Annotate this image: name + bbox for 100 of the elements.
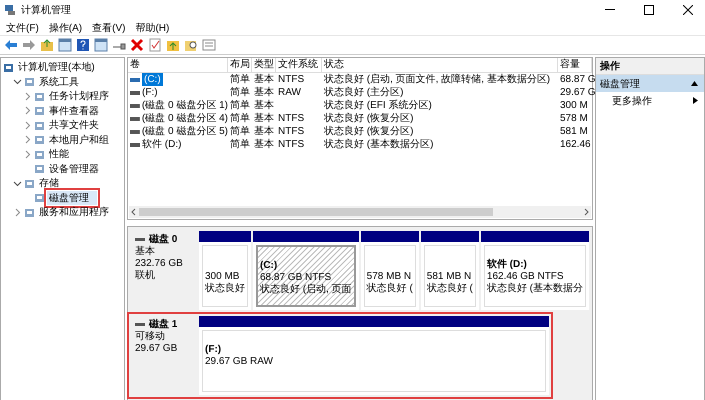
collapse-caret-icon[interactable]	[23, 135, 32, 144]
tree-item[interactable]: 事件查看器	[47, 104, 101, 118]
volume-name[interactable]: (磁盘 0 磁盘分区 5)	[142, 125, 228, 138]
table-cell-text: 状态良好 (EFI 系统分区)	[323, 99, 433, 112]
partition[interactable]: 300 MB 状态良好	[199, 231, 251, 310]
table-cell-text: 状态良好 (恢复分区)	[323, 112, 414, 125]
table-cell-text: 基本	[253, 125, 275, 138]
tree-node-icon	[34, 148, 45, 160]
tree-item[interactable]: 服务和应用程序	[37, 205, 111, 220]
column-header[interactable]: 文件系统	[276, 58, 322, 72]
search-folder-icon[interactable]	[184, 38, 198, 52]
properties-icon[interactable]	[202, 38, 216, 52]
tree-item[interactable]: 计算机管理(本地)	[16, 60, 97, 74]
partition-size: 300 MB	[205, 271, 240, 282]
partition-status: 状态良好	[205, 283, 245, 295]
table-cell-text: NTFS	[277, 125, 306, 138]
volume-name[interactable]: (磁盘 0 磁盘分区 4)	[142, 112, 228, 125]
partition-label: (C:)	[260, 260, 278, 272]
tree-item[interactable]: 本地用户和组	[47, 132, 111, 147]
table-cell-text: 简单	[229, 112, 251, 125]
collapse-caret-icon[interactable]	[23, 92, 32, 101]
submenu-arrow-icon	[693, 97, 698, 104]
table-cell-text: 简单	[229, 86, 251, 99]
table-cell-text: 状态良好 (恢复分区)	[323, 125, 414, 138]
partition-status: 状态良好 (基本数据分	[486, 283, 583, 295]
tree-item[interactable]: 磁盘管理	[47, 190, 97, 205]
tree-item[interactable]: 存储	[37, 176, 61, 190]
forward-icon[interactable]	[22, 38, 36, 52]
table-cell-text: RAW	[277, 86, 302, 99]
delete-icon[interactable]	[130, 38, 144, 52]
tree-node-icon	[34, 90, 45, 102]
tree-node-icon	[34, 105, 45, 116]
menu-item[interactable]: 查看(V)	[92, 20, 126, 34]
collapse-caret-icon[interactable]	[23, 150, 32, 159]
collapse-caret-icon[interactable]	[13, 208, 22, 217]
table-cell-text: 162.46	[559, 138, 592, 151]
partition[interactable]: 578 MB N 状态良好 (	[360, 231, 419, 310]
partition-status: 状态良好 (	[366, 283, 413, 295]
table-cell-text: 状态良好 (基本数据分区)	[323, 138, 434, 151]
table-cell-text: 简单	[229, 138, 251, 151]
table-cell-text: 状态良好 (启动, 页面文件, 故障转储, 基本数据分区)	[323, 73, 552, 86]
table-cell-text: 基本	[253, 99, 275, 112]
tree-node-icon	[34, 134, 45, 146]
tree-item[interactable]: 系统工具	[37, 74, 81, 89]
tree-item[interactable]: 共享文件夹	[47, 118, 101, 132]
partition-status: 状态良好 (	[426, 283, 473, 295]
back-icon[interactable]	[4, 38, 18, 52]
column-header[interactable]: 卷	[128, 58, 228, 72]
folder-up-icon[interactable]	[40, 38, 54, 52]
panel-icon[interactable]	[58, 38, 72, 52]
folder-up-icon[interactable]	[166, 38, 180, 52]
collapse-caret-icon[interactable]	[23, 120, 32, 130]
check-document-icon[interactable]	[148, 38, 162, 52]
column-header[interactable]: 布局	[228, 58, 252, 72]
volume-name[interactable]: (F:)	[142, 86, 158, 99]
action-item[interactable]: 更多操作	[596, 92, 704, 109]
expand-caret-icon[interactable]	[13, 77, 22, 86]
table-cell-text: 基本	[253, 73, 275, 86]
close-icon	[683, 5, 693, 15]
disk-status: 联机	[135, 270, 156, 282]
menu-item[interactable]: 操作(A)	[48, 20, 82, 34]
table-cell-text: NTFS	[277, 138, 306, 151]
partition[interactable]: 581 MB N 状态良好 (	[420, 231, 479, 310]
volume-name[interactable]: 软件 (D:)	[142, 138, 182, 151]
table-cell-text: 581 M	[559, 125, 589, 138]
menu-item[interactable]: 文件(F)	[6, 20, 39, 34]
table-cell-text: 基本	[253, 86, 275, 99]
volume-name[interactable]: (磁盘 0 磁盘分区 1)	[142, 99, 228, 112]
menu-item[interactable]: 帮助(H)	[135, 20, 170, 34]
table-cell-text: 29.67 G	[559, 86, 596, 99]
collapse-icon	[691, 81, 698, 86]
column-header[interactable]: 类型	[252, 58, 276, 72]
expand-caret-icon[interactable]	[13, 178, 22, 188]
partition[interactable]: 软件 (D:) 162.46 GB NTFS 状态良好 (基本数据分	[480, 231, 589, 310]
column-header[interactable]: 状态	[322, 58, 558, 72]
tree-node-icon	[3, 62, 14, 73]
panel-icon[interactable]	[94, 38, 108, 52]
table-cell-text: 300 M	[559, 99, 589, 112]
column-header[interactable]: 容量	[558, 58, 592, 72]
tree-item[interactable]: 设备管理器	[47, 162, 101, 176]
table-cell-text: 578 M	[559, 112, 589, 125]
partition[interactable]: (F:) 29.67 GB RAW	[199, 316, 549, 395]
help-icon[interactable]	[76, 38, 90, 52]
tree-item[interactable]: 性能	[47, 147, 71, 162]
disk-name: 磁盘 1	[149, 319, 178, 331]
computer-management-icon	[4, 4, 16, 16]
action-item[interactable]: 磁盘管理	[596, 75, 704, 92]
tree-node-icon	[34, 120, 45, 131]
tree-node-icon	[24, 76, 35, 88]
partition[interactable]: (C:) 68.87 GB NTFS 状态良好 (启动, 页面	[253, 231, 359, 310]
disk-type: 基本	[135, 246, 156, 258]
table-cell-text: 简单	[229, 99, 251, 112]
table-cell-text: 状态良好 (主分区)	[323, 86, 404, 99]
maximize-icon	[644, 5, 654, 15]
horizontal-scrollbar[interactable]	[129, 206, 591, 218]
table-cell-text: 基本	[253, 112, 275, 125]
tree-node-icon	[34, 163, 45, 174]
volume-name[interactable]: (C:)	[142, 73, 163, 86]
collapse-caret-icon[interactable]	[23, 106, 32, 116]
tree-item[interactable]: 任务计划程序	[47, 89, 111, 104]
